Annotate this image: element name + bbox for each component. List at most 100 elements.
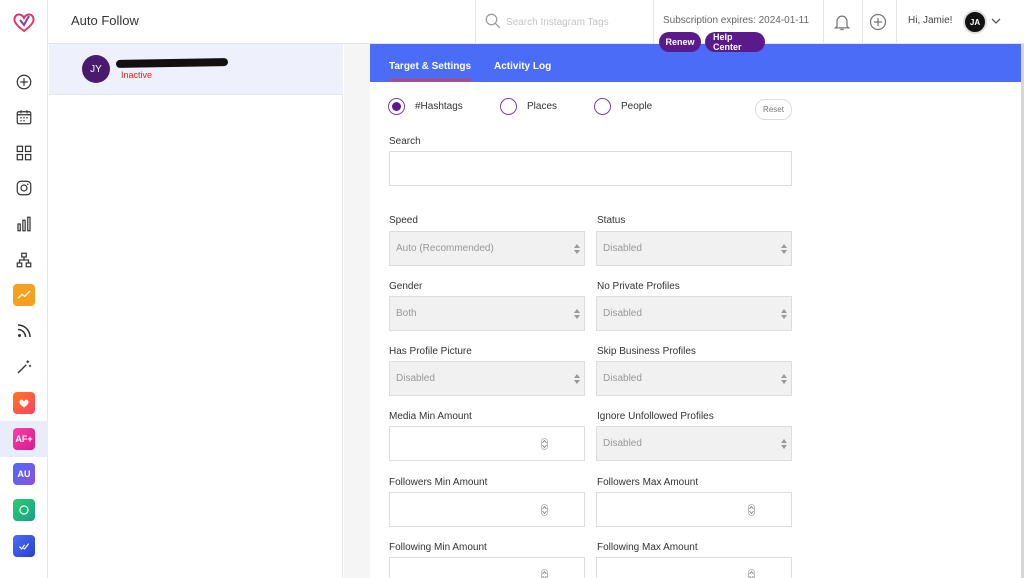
following-min-label: Following Min Amount — [389, 542, 487, 553]
select-arrows-icon — [781, 374, 787, 384]
reset-button[interactable]: Reset — [755, 99, 792, 120]
followers-max-input[interactable] — [596, 492, 792, 527]
rss-icon — [17, 324, 31, 338]
search-label: Search — [389, 136, 421, 147]
stepper-icon[interactable] — [748, 504, 755, 516]
account-list: JY Inactive — [49, 44, 343, 578]
tab-activity-log[interactable]: Activity Log — [494, 61, 551, 81]
rail-item-create[interactable] — [0, 64, 48, 100]
page-title: Auto Follow — [71, 13, 139, 28]
checkmark-icon — [13, 535, 35, 557]
radio-label: #Hashtags — [415, 100, 463, 112]
stepper-icon[interactable] — [541, 504, 548, 516]
ignore-unfollowed-select[interactable]: Disabled — [596, 426, 792, 461]
user-greeting: Hi, Jamie! — [908, 15, 953, 26]
rail-item-instagram[interactable] — [0, 170, 48, 206]
following-max-input[interactable] — [596, 557, 792, 578]
following-max-label: Following Max Amount — [597, 542, 698, 553]
rail-item-auto-like[interactable] — [0, 385, 48, 421]
skip-business-label: Skip Business Profiles — [597, 346, 696, 357]
radio-button[interactable] — [594, 97, 611, 115]
status-select[interactable]: Disabled — [596, 231, 792, 266]
media-min-label: Media Min Amount — [389, 411, 472, 422]
select-value: Both — [396, 308, 417, 319]
rail-item-auto-dm[interactable] — [0, 492, 48, 528]
trend-icon — [13, 284, 35, 306]
account-avatar: JY — [82, 55, 110, 83]
search-icon — [485, 13, 501, 29]
magic-wand-icon — [17, 360, 32, 374]
select-arrows-icon — [781, 439, 787, 449]
select-value: Disabled — [603, 308, 642, 319]
user-avatar[interactable]: JA — [963, 10, 987, 34]
select-arrows-icon — [574, 309, 580, 319]
tag-search-input[interactable] — [506, 12, 651, 32]
chevron-down-icon[interactable] — [991, 16, 1001, 26]
rail-item-feed[interactable] — [0, 313, 48, 349]
hierarchy-icon — [16, 252, 32, 268]
plus-circle-icon — [16, 74, 32, 90]
add-circle-icon[interactable] — [868, 12, 888, 32]
rail-item-dashboard[interactable] — [0, 135, 48, 171]
bell-icon[interactable] — [832, 12, 852, 32]
tab-target-settings[interactable]: Target & Settings — [389, 61, 472, 81]
auto-dm-icon — [13, 499, 35, 521]
select-value: Auto (Recommended) — [396, 243, 494, 254]
radio-label: People — [621, 100, 653, 112]
bar-chart-icon — [17, 216, 31, 232]
panel-gutter — [344, 44, 370, 578]
followers-min-label: Followers Min Amount — [389, 477, 488, 488]
select-arrows-icon — [781, 244, 787, 254]
stepper-icon[interactable] — [541, 569, 548, 578]
help-center-button[interactable]: Help Center — [705, 32, 765, 52]
no-private-select[interactable]: Disabled — [596, 296, 792, 331]
rail-item-analytics[interactable] — [0, 206, 48, 242]
radio-places[interactable]: Places — [500, 97, 557, 115]
auto-follow-icon: AF+ — [13, 428, 35, 450]
target-search-input[interactable] — [389, 151, 792, 186]
radio-button[interactable] — [388, 97, 405, 115]
rail-item-tools[interactable] — [0, 349, 48, 385]
select-arrows-icon — [574, 244, 580, 254]
media-min-input[interactable] — [389, 426, 585, 461]
rail-item-calendar[interactable] — [0, 99, 48, 135]
rail-item-auto-unfollow[interactable]: AU — [0, 456, 48, 492]
instagram-icon — [16, 180, 32, 196]
rail-item-structure[interactable] — [0, 242, 48, 278]
subscription-expiry: Subscription expires: 2024-01-11 — [663, 15, 810, 26]
auto-unfollow-icon: AU — [13, 463, 35, 485]
redacted-username — [115, 58, 229, 68]
account-status: Inactive — [121, 70, 153, 80]
has-picture-select[interactable]: Disabled — [389, 361, 585, 396]
speed-select[interactable]: Auto (Recommended) — [389, 231, 585, 266]
followers-max-label: Followers Max Amount — [597, 477, 699, 488]
renew-button[interactable]: Renew — [659, 32, 701, 52]
stepper-icon[interactable] — [748, 569, 755, 578]
top-header: Auto Follow Subscription expires: 2024-0… — [48, 0, 1024, 44]
skip-business-select[interactable]: Disabled — [596, 361, 792, 396]
select-value: Disabled — [396, 373, 435, 384]
rail-item-tasks[interactable] — [0, 528, 48, 564]
auto-like-icon — [13, 392, 35, 414]
account-row[interactable]: JY Inactive — [49, 44, 343, 95]
select-value: Disabled — [603, 373, 642, 384]
heart-logo-icon[interactable] — [12, 10, 36, 34]
calendar-icon — [16, 110, 32, 125]
followers-min-input[interactable] — [389, 492, 585, 527]
grid-icon — [16, 145, 32, 161]
radio-button[interactable] — [500, 97, 517, 115]
icon-rail: AF+ AU — [0, 0, 48, 578]
ignore-unfollowed-label: Ignore Unfollowed Profiles — [597, 411, 714, 422]
select-arrows-icon — [574, 374, 580, 384]
stepper-icon[interactable] — [541, 438, 548, 450]
radio-label: Places — [527, 100, 558, 112]
radio-people[interactable]: People — [594, 97, 652, 115]
rail-item-auto-follow[interactable]: AF+ — [0, 421, 48, 457]
radio-hashtags[interactable]: #Hashtags — [388, 97, 463, 115]
gender-select[interactable]: Both — [389, 296, 585, 331]
gender-label: Gender — [389, 281, 423, 292]
speed-label: Speed — [389, 215, 418, 226]
select-value: Disabled — [603, 243, 642, 254]
following-min-input[interactable] — [389, 557, 585, 578]
rail-item-growth[interactable] — [0, 277, 48, 313]
